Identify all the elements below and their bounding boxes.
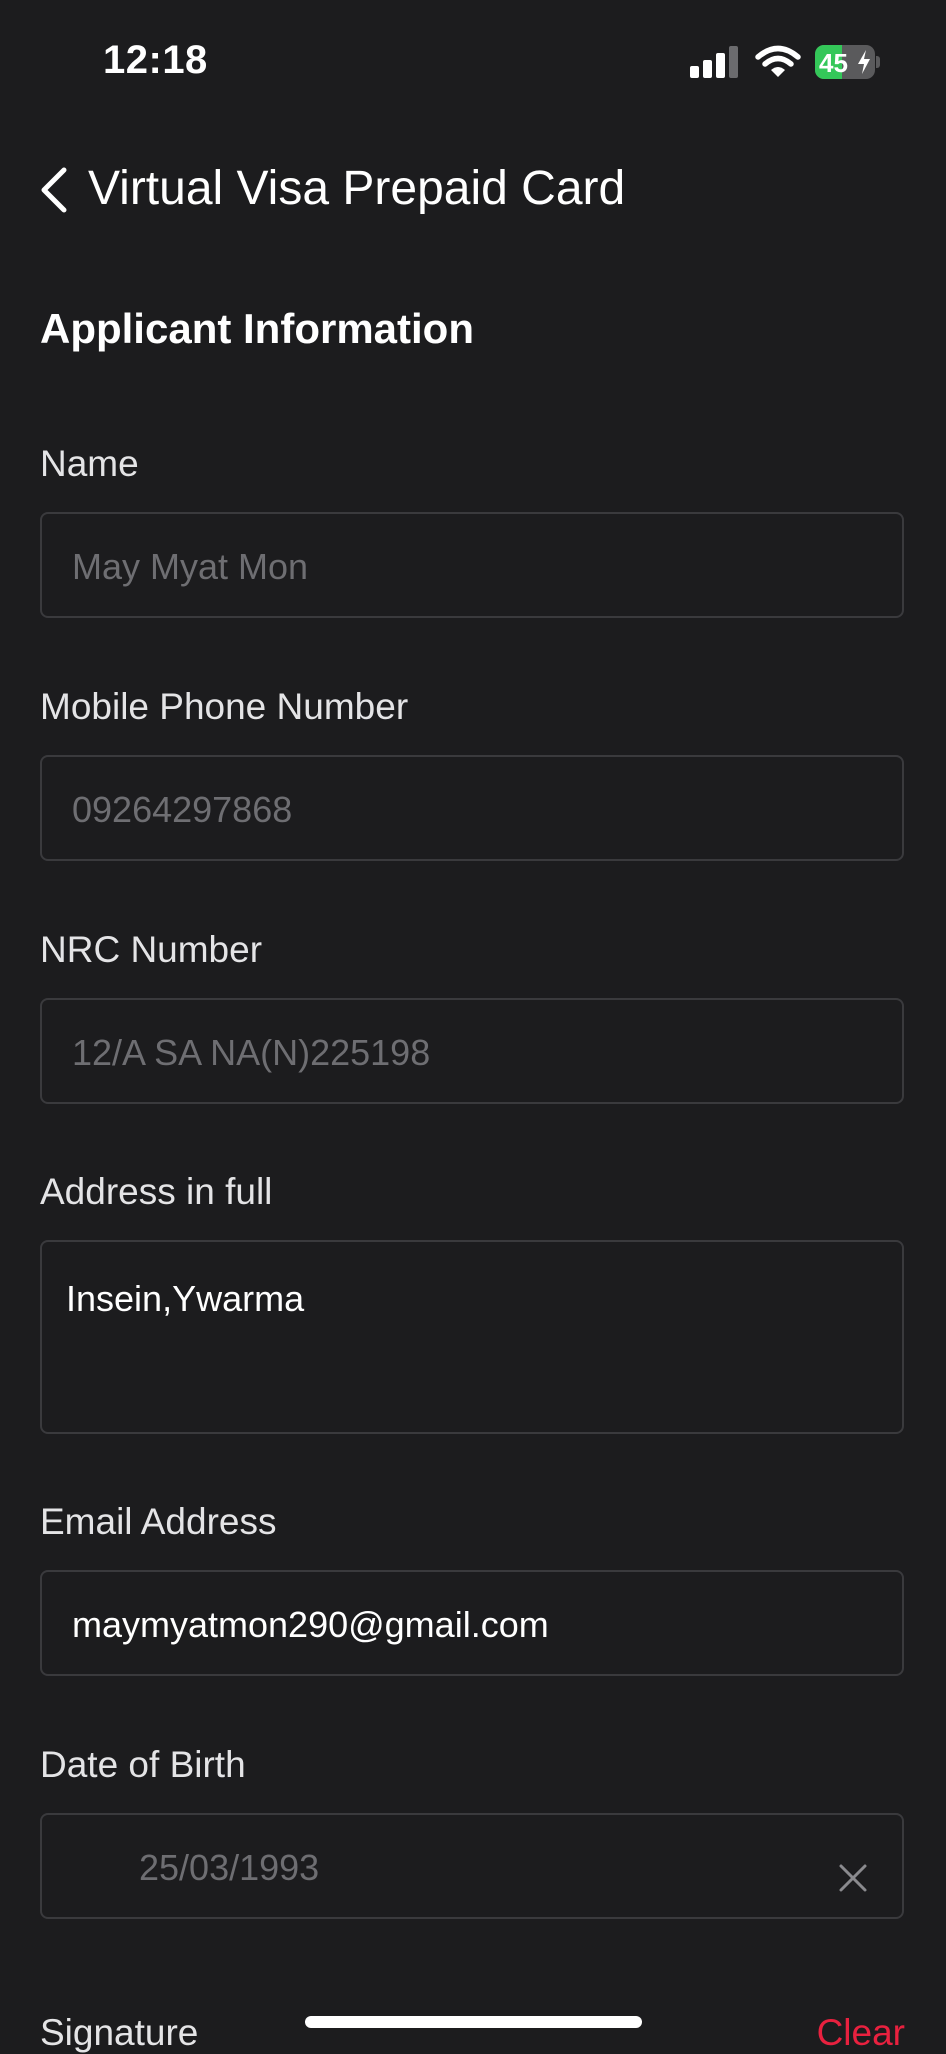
wifi-icon <box>755 45 801 77</box>
close-icon[interactable] <box>838 1863 868 1893</box>
mobile-value: 09264297868 <box>72 789 293 830</box>
dob-value: 25/03/1993 <box>139 1847 320 1888</box>
charging-bolt-icon <box>858 50 870 74</box>
dob-field[interactable]: 25/03/1993 <box>40 1813 904 1919</box>
page-title: Virtual Visa Prepaid Card <box>88 162 626 215</box>
name-value: May Myat Mon <box>72 546 309 587</box>
battery-level: 45 <box>819 48 848 78</box>
signal-icon <box>690 46 740 78</box>
chevron-left-icon[interactable] <box>30 162 86 218</box>
mobile-field[interactable]: 09264297868 <box>40 755 904 861</box>
nrc-label: NRC Number <box>40 929 263 970</box>
dob-label: Date of Birth <box>40 1744 246 1785</box>
home-indicator <box>305 2016 642 2028</box>
name-field[interactable]: May Myat Mon <box>40 512 904 618</box>
email-value: maymyatmon290@gmail.com <box>72 1604 549 1645</box>
section-title: Applicant Information <box>40 305 474 352</box>
nav-bar: Virtual Visa Prepaid Card <box>0 150 946 230</box>
battery-icon: 45 <box>815 45 880 79</box>
email-field[interactable]: maymyatmon290@gmail.com <box>40 1570 904 1676</box>
nrc-value: 12/A SA NA(N)225198 <box>72 1032 431 1073</box>
status-time: 12:18 <box>103 38 208 82</box>
email-label: Email Address <box>40 1501 277 1542</box>
address-field[interactable]: Insein,Ywarma <box>40 1240 904 1434</box>
mobile-label: Mobile Phone Number <box>40 686 409 727</box>
status-bar: 12:18 45 <box>0 0 946 120</box>
name-label: Name <box>40 443 139 484</box>
nrc-field[interactable]: 12/A SA NA(N)225198 <box>40 998 904 1104</box>
address-label: Address in full <box>40 1171 273 1212</box>
address-value: Insein,Ywarma <box>66 1278 305 1319</box>
